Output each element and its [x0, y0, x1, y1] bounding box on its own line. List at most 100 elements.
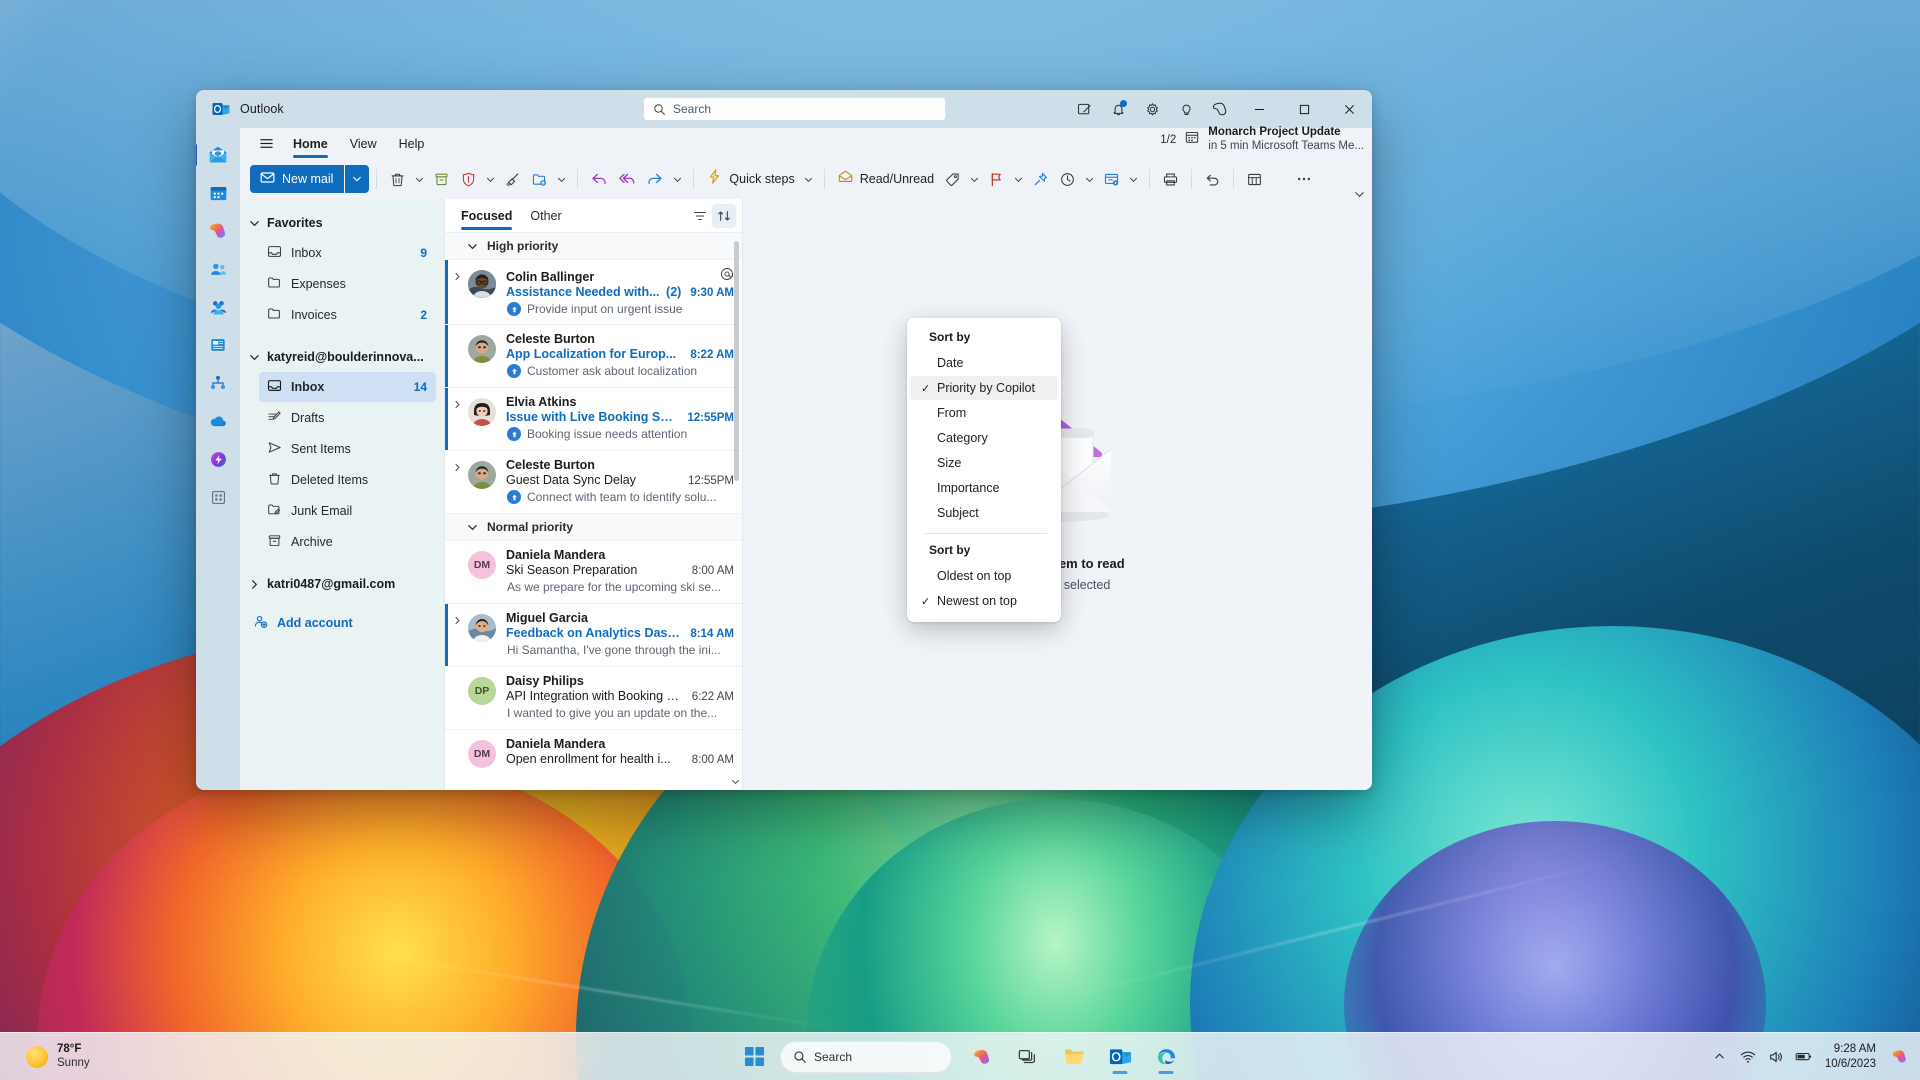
lightbulb-icon[interactable] [1169, 94, 1203, 124]
start-icon[interactable] [734, 1037, 774, 1077]
print-icon[interactable] [1157, 165, 1184, 193]
folder-favorites-inbox[interactable]: Inbox 9 [259, 238, 436, 268]
avatar[interactable]: DM [468, 740, 496, 768]
expand-thread-icon[interactable] [449, 458, 465, 505]
message-list-item[interactable]: Celeste Burton Guest Data Sync Delay 12:… [445, 451, 742, 514]
pin-icon[interactable] [1027, 165, 1054, 193]
avatar[interactable]: DM [468, 551, 496, 579]
folder-drafts[interactable]: Drafts [259, 403, 436, 433]
message-list-item[interactable]: DM Daniela Mandera Ski Season Preparatio… [445, 541, 742, 604]
tab-help[interactable]: Help [388, 130, 436, 158]
folder-deleted-items[interactable]: Deleted Items [259, 465, 436, 495]
avatar[interactable] [468, 335, 496, 363]
quick-steps-dropdown[interactable] [800, 165, 817, 193]
sort-option-from[interactable]: From [911, 401, 1057, 425]
avatar[interactable] [468, 614, 496, 642]
tab-home[interactable]: Home [282, 130, 339, 158]
rail-item-mail[interactable] [196, 138, 235, 172]
message-list-scrollbar[interactable] [730, 233, 741, 790]
rules-dropdown[interactable] [1125, 165, 1142, 193]
scrollbar-thumb[interactable] [734, 241, 739, 481]
sweep-icon[interactable] [499, 165, 526, 193]
add-account-button[interactable]: Add account [253, 614, 444, 632]
copilot-icon[interactable] [1203, 94, 1237, 124]
outlook-icon[interactable] [1100, 1037, 1140, 1077]
sort-option-date[interactable]: Date [911, 351, 1057, 375]
sort-option-size[interactable]: Size [911, 451, 1057, 475]
group-header-normal-priority[interactable]: Normal priority [445, 514, 742, 541]
sort-option-category[interactable]: Category [911, 426, 1057, 450]
tag-dropdown[interactable] [966, 165, 983, 193]
folder-junk-email[interactable]: Junk Email [259, 496, 436, 526]
sort-option-oldest-on-top[interactable]: Oldest on top [911, 564, 1057, 588]
folder-sent-items[interactable]: Sent Items [259, 434, 436, 464]
folder-group-favorites[interactable]: Favorites [240, 209, 444, 237]
expand-thread-icon[interactable] [449, 611, 465, 658]
tab-focused[interactable]: Focused [461, 199, 513, 233]
expand-thread-icon[interactable] [449, 267, 465, 316]
folder-group-secondary-account[interactable]: katri0487@gmail.com [240, 570, 444, 598]
taskbar-search-box[interactable]: Search [780, 1040, 952, 1073]
rail-item-onedrive[interactable] [201, 404, 235, 438]
edge-icon[interactable] [1146, 1037, 1186, 1077]
minimize-button[interactable] [1237, 90, 1282, 128]
copilot-tray-icon[interactable] [1886, 1042, 1912, 1072]
sort-option-subject[interactable]: Subject [911, 501, 1057, 525]
message-list-item[interactable]: Colin Ballinger Assistance Needed with..… [445, 260, 742, 325]
message-list-item[interactable]: DP Daisy Philips API Integration with Bo… [445, 667, 742, 730]
folder-group-primary-account[interactable]: katyreid@boulderinnova... [240, 343, 444, 371]
group-header-high-priority[interactable]: High priority [445, 233, 742, 260]
reply-icon[interactable] [585, 165, 613, 193]
rail-item-power-automate[interactable] [201, 442, 235, 476]
scroll-down-icon[interactable] [730, 774, 741, 788]
avatar[interactable] [468, 398, 496, 426]
upcoming-meeting-hint[interactable]: 1/2 Monarch Project Update in 5 min Micr… [1160, 126, 1364, 153]
read-unread-button[interactable]: Read/Unread [832, 165, 939, 193]
filter-icon[interactable] [688, 204, 712, 228]
bell-icon[interactable] [1101, 94, 1135, 124]
rail-item-people[interactable] [201, 252, 235, 286]
copilot-icon[interactable] [962, 1037, 1002, 1077]
reply-all-icon[interactable] [613, 165, 641, 193]
forward-icon[interactable] [641, 165, 669, 193]
close-button[interactable] [1327, 90, 1372, 128]
task-view-icon[interactable] [1008, 1037, 1048, 1077]
avatar[interactable]: DP [468, 677, 496, 705]
archive-icon[interactable] [428, 165, 455, 193]
tab-view[interactable]: View [339, 130, 388, 158]
new-mail-dropdown[interactable] [345, 165, 370, 193]
avatar[interactable] [468, 461, 496, 489]
notes-icon[interactable] [1067, 94, 1101, 124]
more-options-icon[interactable] [1290, 165, 1318, 193]
rail-item-viva-engage[interactable] [201, 366, 235, 400]
search-input[interactable]: Search [643, 97, 946, 121]
rail-item-copilot[interactable] [201, 214, 235, 248]
snooze-icon[interactable] [1054, 165, 1081, 193]
rail-item-groups[interactable] [201, 290, 235, 324]
file-explorer-icon[interactable] [1054, 1037, 1094, 1077]
report-dropdown[interactable] [482, 165, 499, 193]
tag-icon[interactable] [939, 165, 966, 193]
expand-thread-icon[interactable] [449, 395, 465, 442]
delete-dropdown[interactable] [411, 165, 428, 193]
message-list-item[interactable]: Miguel Garcia Feedback on Analytics Dash… [445, 604, 742, 667]
menu-icon[interactable] [250, 131, 282, 157]
folder-favorites-expenses[interactable]: Expenses [259, 269, 436, 299]
folder-archive[interactable]: Archive [259, 527, 436, 557]
delete-icon[interactable] [384, 165, 411, 193]
battery-icon[interactable] [1791, 1042, 1817, 1072]
sort-option-priority-by-copilot[interactable]: ✓ Priority by Copilot [911, 376, 1057, 400]
maximize-button[interactable] [1282, 90, 1327, 128]
move-to-dropdown[interactable] [553, 165, 570, 193]
move-to-icon[interactable] [526, 165, 553, 193]
folder-favorites-invoices[interactable]: Invoices 2 [259, 300, 436, 330]
sort-icon[interactable] [712, 203, 736, 228]
folder-inbox[interactable]: Inbox 14 [259, 372, 436, 402]
taskbar-clock[interactable]: 9:28 AM 10/6/2023 [1825, 1042, 1876, 1072]
message-list-item[interactable]: Celeste Burton App Localization for Euro… [445, 325, 742, 388]
flag-icon[interactable] [983, 165, 1010, 193]
wifi-icon[interactable] [1735, 1042, 1761, 1072]
snooze-dropdown[interactable] [1081, 165, 1098, 193]
message-list-item[interactable]: Elvia Atkins Issue with Live Booking Sys… [445, 388, 742, 451]
settings-gear-icon[interactable] [1135, 94, 1169, 124]
